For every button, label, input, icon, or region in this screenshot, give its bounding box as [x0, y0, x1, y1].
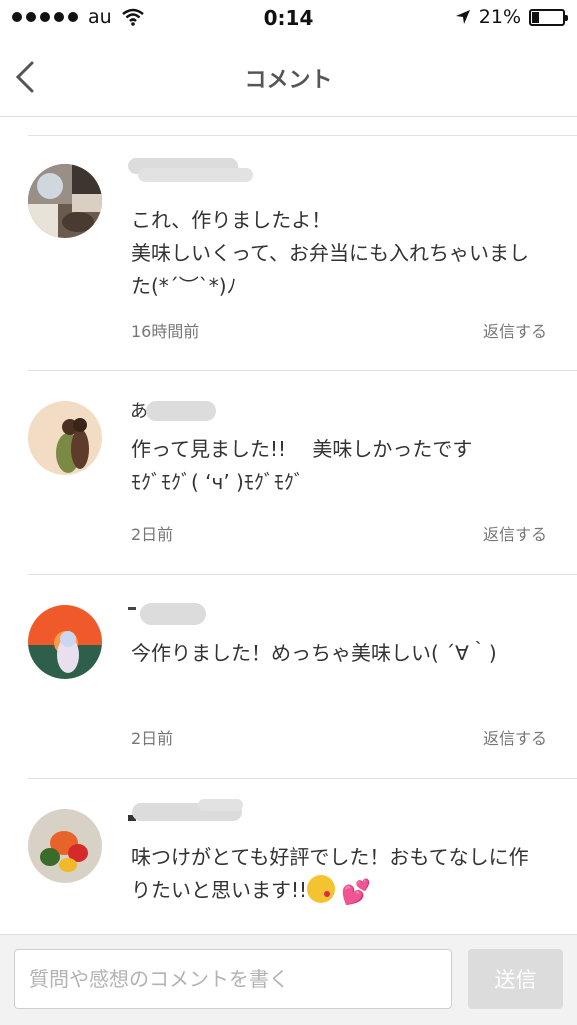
comment-list[interactable]: これ、作りましたよ！ 美味しいくって、お弁当にも入れちゃいました(*´︶`*)ﾉ…	[0, 117, 577, 934]
comment-item: 味つけがとても好評でした！おもてなしに作りたいと思います!! 💕	[28, 779, 577, 934]
avatar[interactable]	[28, 809, 102, 883]
status-right: 21%	[455, 6, 568, 28]
comment-input[interactable]	[14, 949, 452, 1009]
reply-button[interactable]: 返信する	[483, 521, 547, 545]
comment-time: 16時間前	[131, 322, 200, 341]
username-redacted	[128, 158, 253, 182]
comment-time: 2日前	[131, 525, 174, 544]
comment-text: 味つけがとても好評でした！おもてなしに作りたいと思います!! 💕	[131, 841, 541, 909]
comment-text: これ、作りましたよ！ 美味しいくって、お弁当にも入れちゃいました(*´︶`*)ﾉ	[131, 208, 529, 298]
status-bar: au 0:14 21%	[0, 0, 577, 38]
username-redacted: あ	[130, 401, 216, 422]
avatar[interactable]	[28, 605, 102, 679]
reply-button[interactable]: 返信する	[483, 725, 547, 749]
send-button[interactable]: 送信	[468, 949, 563, 1009]
avatar[interactable]	[28, 164, 102, 238]
comment-text: 今作りました！めっちゃ美味しい( ´∀｀)	[131, 641, 497, 665]
two-hearts-emoji-icon: 💕	[341, 878, 371, 906]
battery-percent: 21%	[478, 6, 521, 28]
username-redacted	[128, 799, 243, 821]
comment-time: 2日前	[131, 729, 174, 748]
battery-icon	[529, 8, 568, 26]
comment-item: これ、作りましたよ！ 美味しいくって、お弁当にも入れちゃいました(*´︶`*)ﾉ…	[28, 136, 577, 371]
avatar[interactable]	[28, 401, 102, 475]
comment-item: あ 作って見ました!! 美味しかったです ﾓｸﾞﾓｸﾞ( ‘ч’ )ﾓｸﾞﾓｸﾞ…	[28, 371, 577, 575]
comment-input-bar: 送信	[0, 934, 577, 1025]
location-arrow-icon	[455, 10, 470, 24]
comment-text: 作って見ました!! 美味しかったです ﾓｸﾞﾓｸﾞ( ‘ч’ )ﾓｸﾞﾓｸﾞ	[131, 437, 473, 494]
reply-button[interactable]: 返信する	[483, 318, 547, 342]
navigation-bar: コメント	[0, 38, 577, 117]
kissing-face-emoji-icon	[307, 875, 336, 903]
username-redacted	[128, 603, 206, 625]
svg-text:あ: あ	[130, 401, 148, 422]
page-title: コメント	[244, 68, 333, 93]
comment-item: 今作りました！めっちゃ美味しい( ´∀｀) 2日前 返信する	[28, 575, 577, 779]
